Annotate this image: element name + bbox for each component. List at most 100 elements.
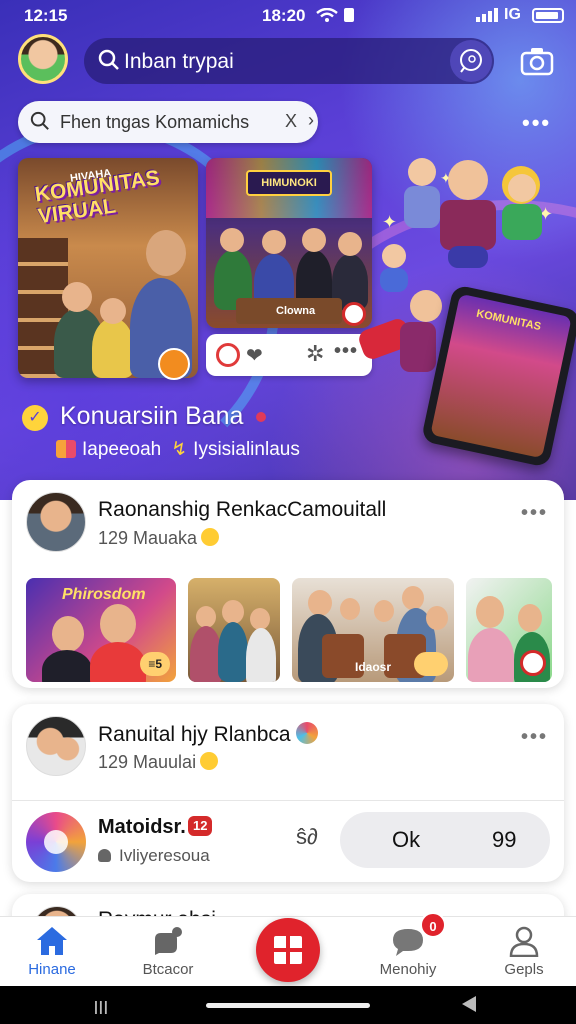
- heart-reaction-icon[interactable]: [216, 343, 240, 367]
- group-name: Matoidsr.: [98, 816, 186, 838]
- post-thumbnail[interactable]: [188, 578, 280, 682]
- status-bar: 12:15 18:20 IG: [0, 0, 576, 32]
- card-sign: HIMUNOKI: [246, 170, 332, 196]
- feed-post[interactable]: Ranuital hjy Rlanbca 129 Mauulai ••• Mat…: [12, 704, 564, 882]
- group-avatar[interactable]: [26, 812, 86, 872]
- home-gesture-bar[interactable]: [206, 1003, 370, 1008]
- search-icon: [30, 111, 49, 130]
- home-icon: [37, 927, 67, 955]
- back-icon[interactable]: [462, 996, 476, 1012]
- person-head: [250, 608, 270, 630]
- thumbs-reaction-icon[interactable]: ❤: [246, 343, 263, 368]
- camera-icon[interactable]: [520, 46, 554, 76]
- person-head: [402, 586, 424, 610]
- more-reactions-icon[interactable]: •••: [334, 340, 358, 363]
- search-bar[interactable]: Inban trypai: [84, 38, 494, 84]
- post-author-avatar[interactable]: [26, 492, 86, 552]
- create-button[interactable]: [256, 918, 320, 982]
- voice-search-button[interactable]: [450, 40, 492, 82]
- thumbnail-title: Phirosdom: [62, 586, 146, 603]
- person-head: [146, 230, 186, 276]
- thumbnail-badge-icon: [520, 650, 546, 676]
- post-title-text: Ranuital hjy Rlanbca: [98, 723, 291, 746]
- cartoon-character: [492, 166, 556, 246]
- share-icon[interactable]: ŝ∂: [296, 824, 318, 850]
- search-icon: [98, 49, 119, 70]
- post-more-icon[interactable]: •••: [521, 726, 548, 749]
- recent-apps-icon[interactable]: |||: [94, 998, 109, 1014]
- nav-discover-label: Btcacor: [142, 961, 194, 978]
- person-figure: [92, 318, 134, 378]
- wave-icon: ↯: [171, 439, 188, 460]
- notification-badge: 0: [420, 912, 446, 938]
- cartoon-character: [374, 244, 414, 294]
- person-head: [62, 282, 92, 312]
- status-time-left: 12:15: [24, 6, 68, 25]
- post-thumbnail[interactable]: [466, 578, 552, 682]
- pill-ok-button[interactable]: Ok: [392, 827, 420, 853]
- chat-search-icon: [460, 49, 482, 73]
- subtitle-left: Iapeeoah: [82, 439, 162, 460]
- person-head: [476, 596, 504, 628]
- phone-screen: KOMUNITAS: [430, 293, 572, 459]
- reaction-bar: ❤ ✲ •••: [206, 334, 372, 376]
- gift-icon: [56, 440, 76, 458]
- featured-card-gathering[interactable]: HIMUNOKI Clowna: [206, 158, 372, 328]
- discover-icon: [155, 927, 182, 955]
- thumbnail-label: Idaosr: [354, 660, 392, 674]
- system-navigation-bar: |||: [0, 986, 576, 1024]
- wifi-icon: [316, 8, 338, 22]
- chat-bubble-icon: [393, 929, 423, 956]
- more-options-icon[interactable]: •••: [522, 110, 551, 136]
- person-head: [338, 232, 362, 256]
- emoji-icon: [201, 528, 220, 546]
- filter-text: Fhen tngas Komamichs: [60, 112, 250, 132]
- post-thumbnail[interactable]: Phirosdom ≡5: [26, 578, 176, 682]
- person-head: [374, 600, 394, 622]
- post-title: Ranuital hjy Rlanbca: [98, 722, 319, 747]
- person-icon: [509, 926, 539, 957]
- hero-banner: ✦ ✦ ✦ 12:15 18:20 IG Inban trypai Fhen t…: [0, 0, 576, 500]
- person-head: [518, 604, 542, 632]
- person-head: [308, 590, 332, 616]
- post-thumbnail[interactable]: Idaosr: [292, 578, 454, 682]
- person-head: [426, 606, 448, 630]
- person-head: [52, 616, 84, 652]
- clear-filter-button[interactable]: X: [285, 111, 297, 132]
- status-symbol: IG: [504, 6, 521, 23]
- nav-discover[interactable]: Btcacor: [118, 917, 218, 987]
- community-name: Konuarsiin Bana: [60, 402, 244, 430]
- post-author-avatar[interactable]: [26, 716, 86, 776]
- post-more-icon[interactable]: •••: [521, 502, 548, 525]
- person-figure: [42, 650, 92, 682]
- person-head: [100, 298, 126, 324]
- person-head: [340, 598, 360, 620]
- reaction-badge[interactable]: [158, 348, 190, 380]
- bell-icon: [98, 849, 111, 862]
- person-head: [262, 230, 286, 254]
- post-meta: 129 Mauaka: [98, 528, 220, 549]
- featured-card-community[interactable]: HIVAHA KOMUNITAS VIRUAL: [18, 158, 198, 378]
- nav-home[interactable]: Hinane: [2, 917, 102, 987]
- person-figure: [90, 642, 146, 682]
- sparkle-icon: ✦: [382, 212, 398, 232]
- nav-profile-label: Gepls: [504, 961, 544, 978]
- rainbow-icon: [296, 722, 319, 744]
- nav-profile[interactable]: Gepls: [474, 917, 574, 987]
- filter-chip[interactable]: Fhen tngas Komamichs X ›: [18, 101, 318, 143]
- search-input[interactable]: Inban trypai: [124, 50, 234, 74]
- pill-count[interactable]: 99: [492, 827, 516, 853]
- thumbnail-badge: [414, 652, 448, 676]
- star-reaction-icon[interactable]: ✲: [306, 341, 324, 367]
- person-head: [220, 228, 244, 252]
- emoji-icon: [200, 752, 219, 770]
- person-figure: [468, 628, 514, 682]
- profile-avatar[interactable]: [18, 34, 68, 84]
- person-head: [302, 228, 326, 252]
- post-meta: 129 Mauulai: [98, 752, 219, 773]
- verified-icon: ✓: [22, 405, 48, 431]
- status-time-center: 18:20: [262, 6, 306, 25]
- action-pill[interactable]: Ok 99: [340, 812, 550, 868]
- feed-post[interactable]: Raonanshig RenkacCamouitall 129 Mauaka •…: [12, 480, 564, 688]
- chevron-right-icon[interactable]: ›: [308, 110, 314, 131]
